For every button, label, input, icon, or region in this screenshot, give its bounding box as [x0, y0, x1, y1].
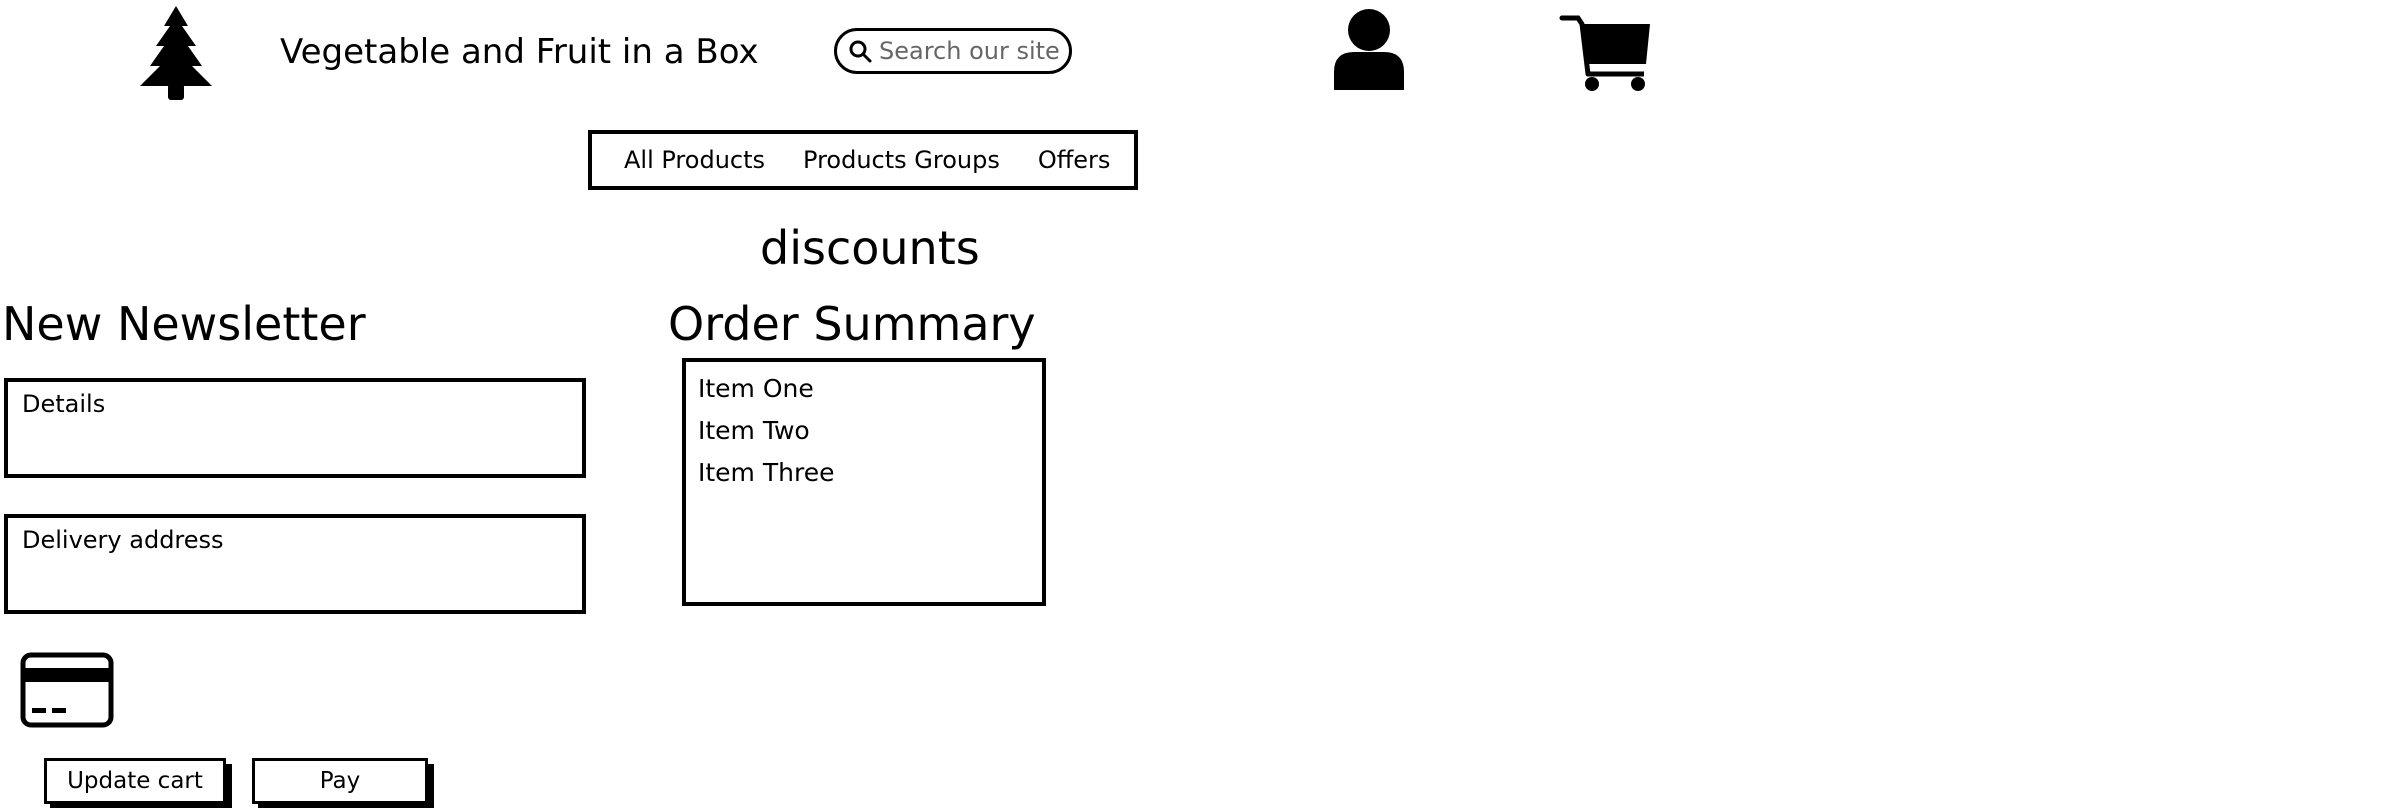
details-field[interactable]: Details — [4, 378, 586, 478]
details-label: Details — [22, 390, 106, 418]
user-icon[interactable] — [1332, 6, 1406, 92]
cart-icon[interactable] — [1558, 12, 1652, 92]
search-input[interactable] — [879, 37, 1069, 65]
order-summary-heading: Order Summary — [668, 297, 1036, 351]
order-item[interactable]: Item Two — [698, 410, 1030, 452]
order-summary-list-box: Item One Item Two Item Three — [682, 358, 1046, 606]
pay-button[interactable]: Pay — [252, 758, 428, 804]
order-item[interactable]: Item Three — [698, 452, 1030, 494]
delivery-address-field[interactable]: Delivery address — [4, 514, 586, 614]
nav-all-products[interactable]: All Products — [624, 146, 765, 174]
tree-icon — [136, 2, 216, 102]
newsletter-heading: New Newsletter — [2, 297, 366, 351]
delivery-address-label: Delivery address — [22, 526, 224, 554]
order-summary-list: Item One Item Two Item Three — [698, 368, 1030, 494]
search-box[interactable] — [834, 28, 1072, 74]
update-cart-button[interactable]: Update cart — [44, 758, 226, 804]
credit-card-icon[interactable] — [20, 652, 114, 728]
main-nav: All Products Products Groups Offers — [588, 130, 1138, 190]
site-title: Vegetable and Fruit in a Box — [280, 32, 759, 72]
discounts-banner: discounts — [760, 221, 980, 275]
search-icon — [849, 40, 872, 63]
nav-offers[interactable]: Offers — [1038, 146, 1111, 174]
nav-products-groups[interactable]: Products Groups — [803, 146, 1000, 174]
order-item[interactable]: Item One — [698, 368, 1030, 410]
